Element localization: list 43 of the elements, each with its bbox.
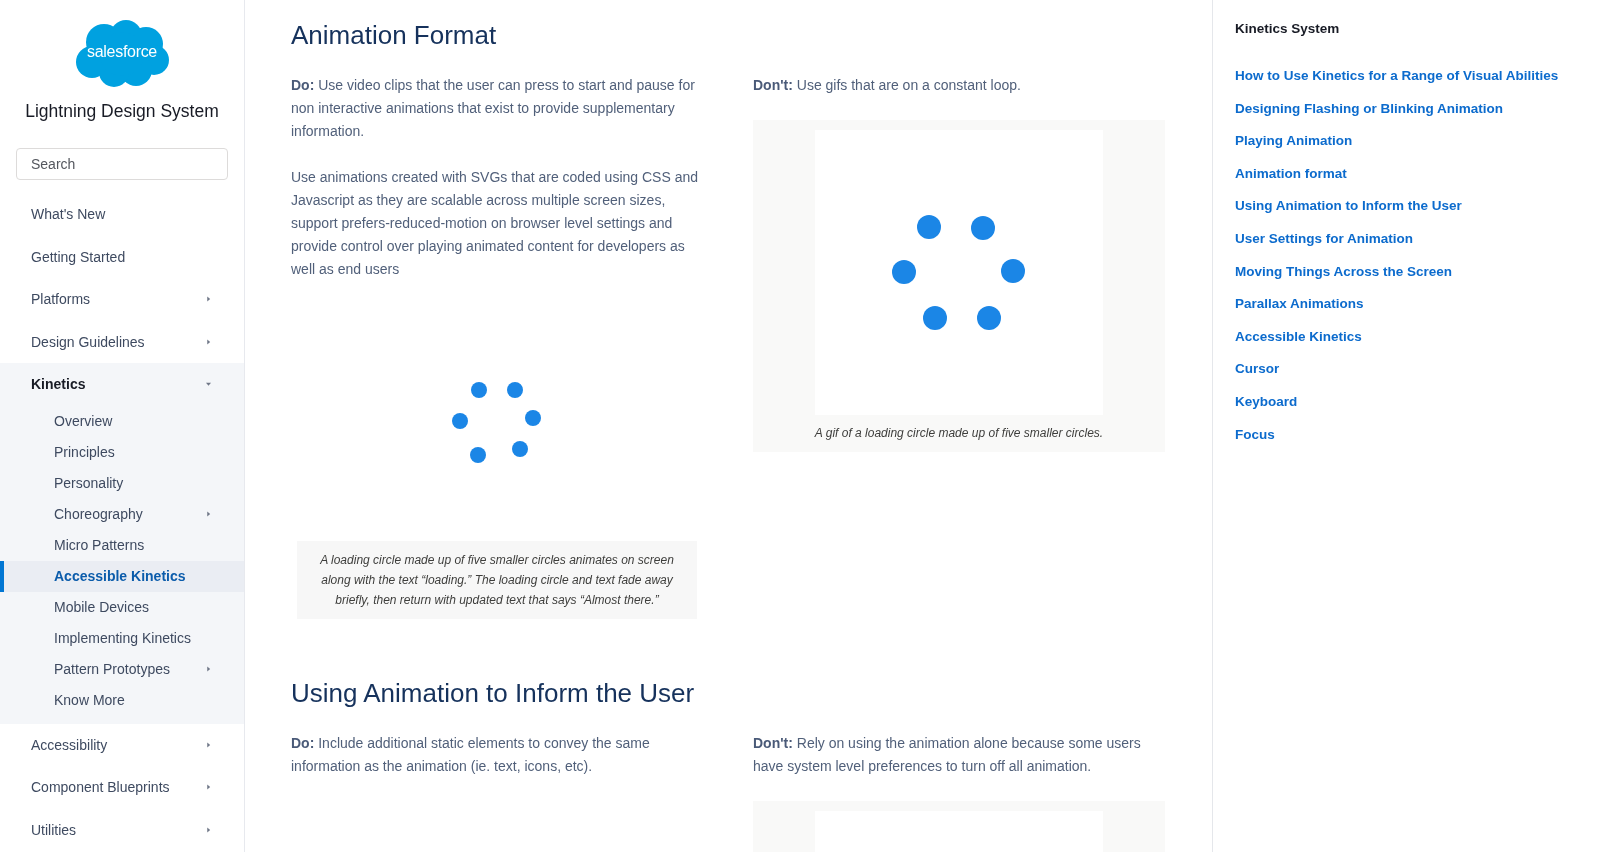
toc-link[interactable]: Designing Flashing or Blinking Animation bbox=[1235, 98, 1503, 119]
cloud-icon bbox=[74, 20, 170, 88]
paragraph: Don't: Rely on using the animation alone because some users have system level preferences to turn off all animation. bbox=[753, 734, 1142, 776]
toc-link[interactable]: Keyboard bbox=[1235, 391, 1298, 412]
section-heading: Animation Format bbox=[291, 19, 498, 51]
paragraph: Do: Use video clips that the user can press to start and pause for non interactive animations that exist to provide supplementary information. bbox=[291, 76, 696, 141]
nav-item[interactable]: Accessible Kinetics bbox=[0, 560, 244, 592]
nav-item[interactable]: Getting Started bbox=[0, 235, 244, 278]
nav-item[interactable]: Component Blueprints bbox=[0, 766, 244, 809]
toc-link[interactable]: Playing Animation bbox=[1235, 131, 1353, 152]
toc-link[interactable]: Animation format bbox=[1235, 163, 1347, 184]
toc-link[interactable]: User Settings for Animation bbox=[1235, 228, 1414, 249]
nav-item[interactable]: Kinetics bbox=[0, 363, 244, 406]
nav-item[interactable]: Micro Patterns bbox=[0, 529, 244, 561]
toc-link[interactable]: Using Animation to Inform the User bbox=[1235, 196, 1462, 217]
nav-item[interactable]: Implementing Kinetics bbox=[0, 622, 244, 654]
nav-item[interactable]: Accessibility bbox=[0, 723, 244, 766]
nav-item[interactable]: Overview bbox=[0, 405, 244, 437]
toc-link[interactable]: Parallax Animations bbox=[1235, 294, 1364, 315]
nav-item[interactable]: Know More bbox=[0, 684, 244, 716]
toc-link[interactable]: Accessible Kinetics bbox=[1235, 326, 1362, 347]
figure-caption: A gif of a loading circle made up of five smaller circles. bbox=[813, 425, 1105, 442]
nav-item[interactable]: Choreography bbox=[0, 498, 244, 530]
toc-link[interactable]: Cursor bbox=[1235, 359, 1280, 380]
toc-title: Kinetics System bbox=[1235, 20, 1341, 38]
site-title: Lightning Design System bbox=[24, 101, 220, 121]
paragraph: Do: Include additional static elements to convey the same information as the animation (ie. text, icons, etc). bbox=[291, 734, 651, 776]
nav-item[interactable]: Principles bbox=[0, 436, 244, 468]
section-heading: Using Animation to Inform the User bbox=[291, 677, 696, 709]
figure-caption: A loading circle made up of five smaller circles animates on screen along with the text “loading.” The loading circle and text fade away briefly, then return with updated text that says “Almost there.” bbox=[297, 541, 697, 619]
nav-item[interactable]: Pattern Prototypes bbox=[0, 653, 244, 685]
nav-item[interactable]: Utilities bbox=[0, 808, 244, 851]
nav-item[interactable]: Platforms bbox=[0, 278, 244, 321]
nav-item[interactable]: Design Guidelines bbox=[0, 320, 244, 363]
search-field[interactable]: Search bbox=[16, 148, 228, 180]
toc-link[interactable]: Moving Things Across the Screen bbox=[1235, 261, 1453, 282]
nav-item[interactable]: Mobile Devices bbox=[0, 591, 244, 623]
nav-item[interactable]: Personality bbox=[0, 467, 244, 499]
paragraph: Don't: Use gifs that are on a constant loop. bbox=[753, 76, 1022, 95]
toc-link[interactable]: Focus bbox=[1235, 424, 1275, 445]
toc-link[interactable]: How to Use Kinetics for a Range of Visual Abilities bbox=[1235, 66, 1559, 86]
nav-item[interactable]: What's New bbox=[0, 193, 244, 236]
paragraph: Use animations created with SVGs that are coded using CSS and Javascript as they are scalable across multiple screen sizes, support prefers-reduced-motion on browser level settings and provide control over playing animated content for developers as well as end users bbox=[291, 168, 699, 279]
